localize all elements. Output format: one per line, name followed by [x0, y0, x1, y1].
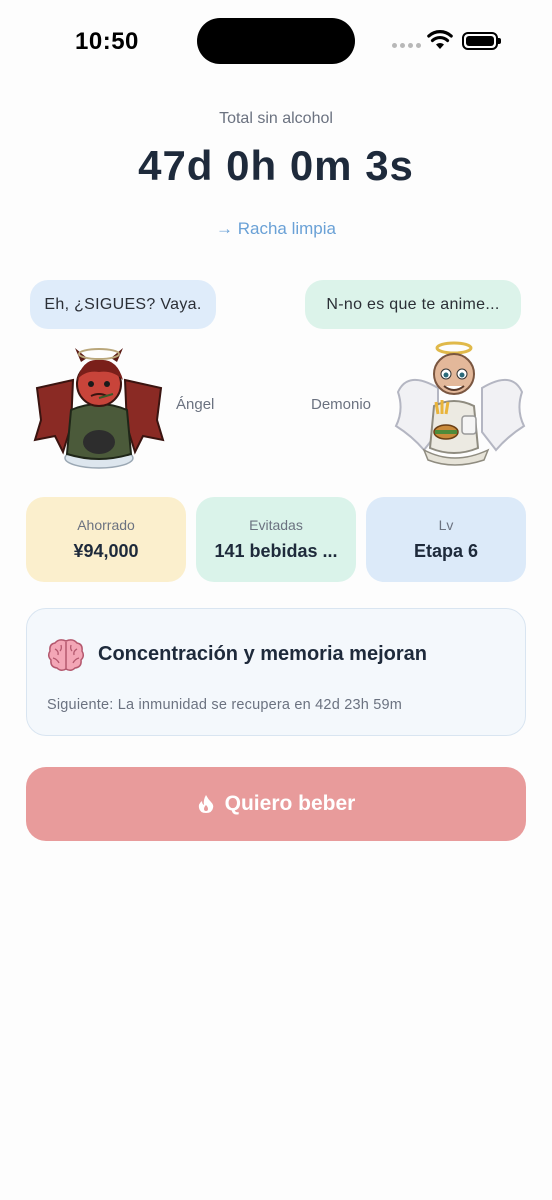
- cellular-signal-icon: [392, 43, 421, 48]
- battery-icon: [462, 32, 501, 50]
- wifi-icon: [427, 30, 453, 49]
- status-bar: 10:50: [0, 0, 552, 84]
- stat-card-saved: Ahorrado ¥94,000: [26, 497, 186, 582]
- devil-character-icon[interactable]: [33, 340, 165, 472]
- stat-label: Ahorrado: [77, 517, 135, 533]
- angel-character-icon[interactable]: [394, 340, 526, 472]
- total-timer: 47d 0h 0m 3s: [138, 142, 414, 189]
- status-time: 10:50: [75, 28, 139, 55]
- stat-value: 141 bebidas ...: [214, 541, 338, 561]
- total-label: Total sin alcohol: [219, 110, 333, 127]
- stat-label: Evitadas: [249, 517, 303, 533]
- speech-bubble-right: N-no es que te anime...: [305, 280, 521, 329]
- stat-value: ¥94,000: [73, 541, 139, 561]
- milestone-card[interactable]: Concentración y memoria mejoran Siguient…: [26, 608, 526, 736]
- next-milestone-text: Siguiente: La inmunidad se recupera en 4…: [47, 697, 403, 713]
- stat-label: Lv: [438, 517, 454, 533]
- flame-icon: [198, 795, 213, 813]
- character-label-right: Demonio: [311, 396, 372, 413]
- character-label-left: Ángel: [176, 396, 215, 413]
- speech-bubble-left: Eh, ¿SIGUES? Vaya.: [30, 280, 216, 329]
- brain-icon: [47, 639, 85, 672]
- stat-value: Etapa 6: [413, 541, 479, 561]
- stat-card-avoided: Evitadas 141 bebidas ...: [196, 497, 356, 582]
- stat-card-level: Lv Etapa 6: [366, 497, 526, 582]
- want-to-drink-label: Quiero beber: [224, 792, 356, 815]
- want-to-drink-button[interactable]: Quiero beber: [26, 767, 526, 841]
- dynamic-island: [197, 18, 355, 64]
- milestone-title: Concentración y memoria mejoran: [98, 643, 427, 665]
- clean-streak-link[interactable]: → Racha limpia: [0, 219, 552, 239]
